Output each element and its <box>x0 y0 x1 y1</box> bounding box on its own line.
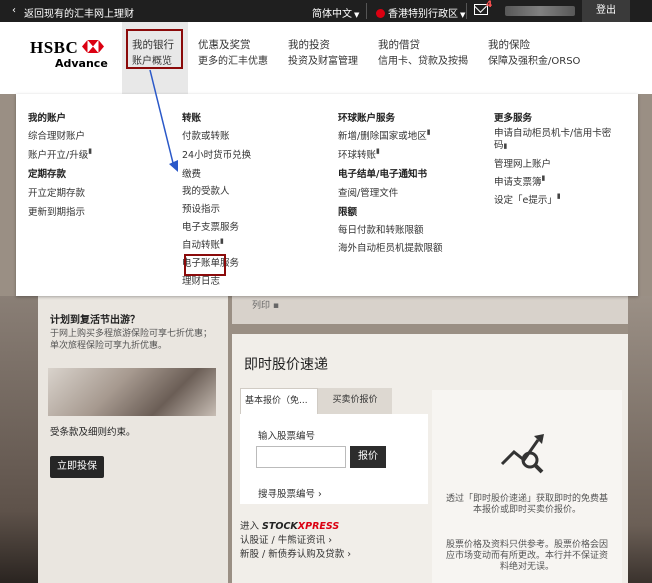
divider <box>366 3 367 19</box>
menu-item-open-time-deposit[interactable]: 开立定期存款 <box>28 185 85 199</box>
menu-item-add-remove-country[interactable]: 新增/删除国家或地区▮ <box>338 128 431 142</box>
stock-quote-form: 输入股票编号 报价 搜寻股票编号 › <box>240 414 428 504</box>
menu-item-standing-instructions[interactable]: 预设指示 <box>182 201 220 215</box>
divider <box>466 3 467 19</box>
menu-item-e-alerts[interactable]: 设定「e提示」▮ <box>494 192 561 206</box>
nav-my-borrowing[interactable]: 我的借贷 信用卡、贷款及按揭 <box>368 22 478 94</box>
promo-panel: 计划到复活节出游？ 于网上购买多程旅游保险可享七折优惠；单次旅程保险可享九折优惠… <box>38 296 228 583</box>
promo-description: 于网上购买多程旅游保险可享七折优惠；单次旅程保险可享九折优惠。 <box>50 329 213 351</box>
menu-heading-e-statement[interactable]: 电子结单/电子通知书 <box>338 166 427 180</box>
quote-info-box: 透过「即时股价速递」获取即时的免费基本报价或即时买卖价报价。 股票价格及资料只供… <box>432 390 622 583</box>
menu-item-payment-transfer[interactable]: 付款或转账 <box>182 128 230 142</box>
promo-terms: 受条款及细则约束。 <box>50 427 136 438</box>
lock-icon: ▮ <box>541 174 546 182</box>
menu-item-currency-exchange[interactable]: 24小时货币兑换 <box>182 147 251 161</box>
warrants-cbbc-link[interactable]: 认股证 / 牛熊证资讯 › <box>240 534 351 548</box>
nav-my-insurance[interactable]: 我的保险 保障及强积金/ORSO <box>478 22 598 94</box>
region-select[interactable]: 香港特别行政区 ▼ <box>376 5 465 20</box>
menu-item-atm-overseas-limit[interactable]: 海外自动柜员机提款限额 <box>338 240 443 254</box>
mail-count-badge: 4 <box>486 0 493 10</box>
user-name-redacted <box>505 6 575 16</box>
menu-item-view-documents[interactable]: 查阅/管理文件 <box>338 185 398 199</box>
menu-heading-limits[interactable]: 限额 <box>338 204 357 218</box>
chevron-down-icon: ▼ <box>460 11 466 19</box>
nav-highlight-box <box>126 29 183 69</box>
stock-code-input[interactable] <box>256 446 346 468</box>
advance-label: Advance <box>55 57 108 70</box>
stockexpress-logo: STOCKXPRESS <box>262 521 340 532</box>
chevron-right-icon: › <box>328 535 333 546</box>
quote-info-text: 透过「即时股价速递」获取即时的免费基本报价或即时买卖价报价。 <box>445 494 608 515</box>
chevron-right-icon: › <box>347 549 352 560</box>
menu-item-manage-online-account[interactable]: 管理网上账户 <box>494 156 551 170</box>
menu-item-my-payees[interactable]: 我的受款人 <box>182 183 230 197</box>
quote-disclaimer-text: 股票价格及资料只供参考。股票价格会因应市场变动而有所更改。本行并不保证资料绝对无… <box>445 540 608 572</box>
top-bar: ‹ 返回现有的汇丰网上理财 简体中文 ▼ 香港特别行政区 ▼ 4 登出 <box>0 0 652 22</box>
buy-insurance-button[interactable]: 立即投保 <box>50 456 104 478</box>
stock-quote-title: 即时股价速递 <box>244 357 328 373</box>
ipo-link[interactable]: 新股 / 新债券认购及贷款 › <box>240 548 351 562</box>
lock-icon: ▮ <box>556 192 561 200</box>
logout-button[interactable]: 登出 <box>582 0 630 22</box>
menu-item-open-upgrade-account[interactable]: 账户开立/升级▮ <box>28 147 92 161</box>
hsbc-logo[interactable]: HSBC <box>30 38 78 58</box>
lock-icon: ▮ <box>376 147 380 155</box>
mega-menu: 我的账户 综合理财账户 账户开立/升级▮ 定期存款 开立定期存款 更新到期指示 … <box>16 94 638 296</box>
menu-item-global-transfer[interactable]: 环球转账▮ <box>338 147 380 161</box>
language-select[interactable]: 简体中文 ▼ <box>312 5 359 20</box>
menu-item-cheque-book[interactable]: 申请支票簿▮ <box>494 174 545 188</box>
back-link[interactable]: ‹ 返回现有的汇丰网上理财 <box>12 5 134 20</box>
menu-heading-transfer[interactable]: 转账 <box>182 110 201 124</box>
background-scenery-left <box>0 296 38 583</box>
background-scenery-right <box>628 296 652 583</box>
chevron-down-icon: ▼ <box>354 11 360 19</box>
print-link[interactable]: 列印 ▪ <box>252 298 279 311</box>
quote-links: 进入 STOCKXPRESS 认股证 / 牛熊证资讯 › 新股 / 新债券认购及… <box>240 520 351 562</box>
nav-offers-rewards[interactable]: 优惠及奖赏 更多的汇丰优惠 <box>188 22 278 94</box>
lock-icon: ▮ <box>503 142 508 150</box>
chart-magnifier-icon <box>500 434 544 474</box>
stockexpress-link[interactable]: 进入 STOCKXPRESS <box>240 520 351 534</box>
search-stock-code-link[interactable]: 搜寻股票编号 › <box>258 486 322 500</box>
tab-bid-ask-quote[interactable]: 买卖价报价 <box>318 388 392 414</box>
tab-basic-quote[interactable]: 基本报价（免... <box>240 388 318 414</box>
menu-item-e-cheque[interactable]: 电子支票服务 <box>182 219 239 233</box>
menu-item-atm-card-pin[interactable]: 申请自动柜员机卡/信用卡密码▮ <box>494 128 618 152</box>
nav-my-investments[interactable]: 我的投资 投资及财富管理 <box>278 22 368 94</box>
menu-item-bill-payment[interactable]: 缴费 <box>182 166 201 180</box>
printer-icon: ▪ <box>272 301 279 311</box>
lock-icon: ▮ <box>88 147 93 155</box>
menu-item-integrated-account[interactable]: 综合理财账户 <box>28 128 85 142</box>
menu-heading-more-services[interactable]: 更多服务 <box>494 110 532 124</box>
menu-heading-global-account[interactable]: 环球账户服务 <box>338 110 395 124</box>
stock-quote-panel: 即时股价速递 基本报价（免... 买卖价报价 输入股票编号 报价 搜寻股票编号 … <box>232 334 628 583</box>
lock-icon: ▮ <box>220 237 224 245</box>
menu-heading-my-accounts[interactable]: 我的账户 <box>28 110 66 124</box>
flag-icon <box>376 9 385 18</box>
chevron-right-icon: › <box>318 489 322 500</box>
chevron-left-icon: ‹ <box>12 5 16 16</box>
print-strip: 列印 ▪ <box>232 296 628 324</box>
menu-item-auto-transfer[interactable]: 自动转账▮ <box>182 237 224 251</box>
stock-code-label: 输入股票编号 <box>258 431 316 442</box>
lock-icon: ▮ <box>426 128 431 136</box>
bill-payment-highlight-box <box>184 254 226 276</box>
hsbc-hexagon-icon <box>82 40 104 53</box>
menu-heading-time-deposit[interactable]: 定期存款 <box>28 166 66 180</box>
get-quote-button[interactable]: 报价 <box>350 446 386 468</box>
promo-photo <box>48 368 216 416</box>
main-header: HSBC Advance 我的银行 账户概览 优惠及奖赏 更多的汇丰优惠 我的投… <box>0 22 652 94</box>
menu-item-update-maturity[interactable]: 更新到期指示 <box>28 204 85 218</box>
menu-item-daily-limit[interactable]: 每日付款和转账限额 <box>338 222 424 236</box>
promo-title: 计划到复活节出游？ <box>50 315 140 326</box>
